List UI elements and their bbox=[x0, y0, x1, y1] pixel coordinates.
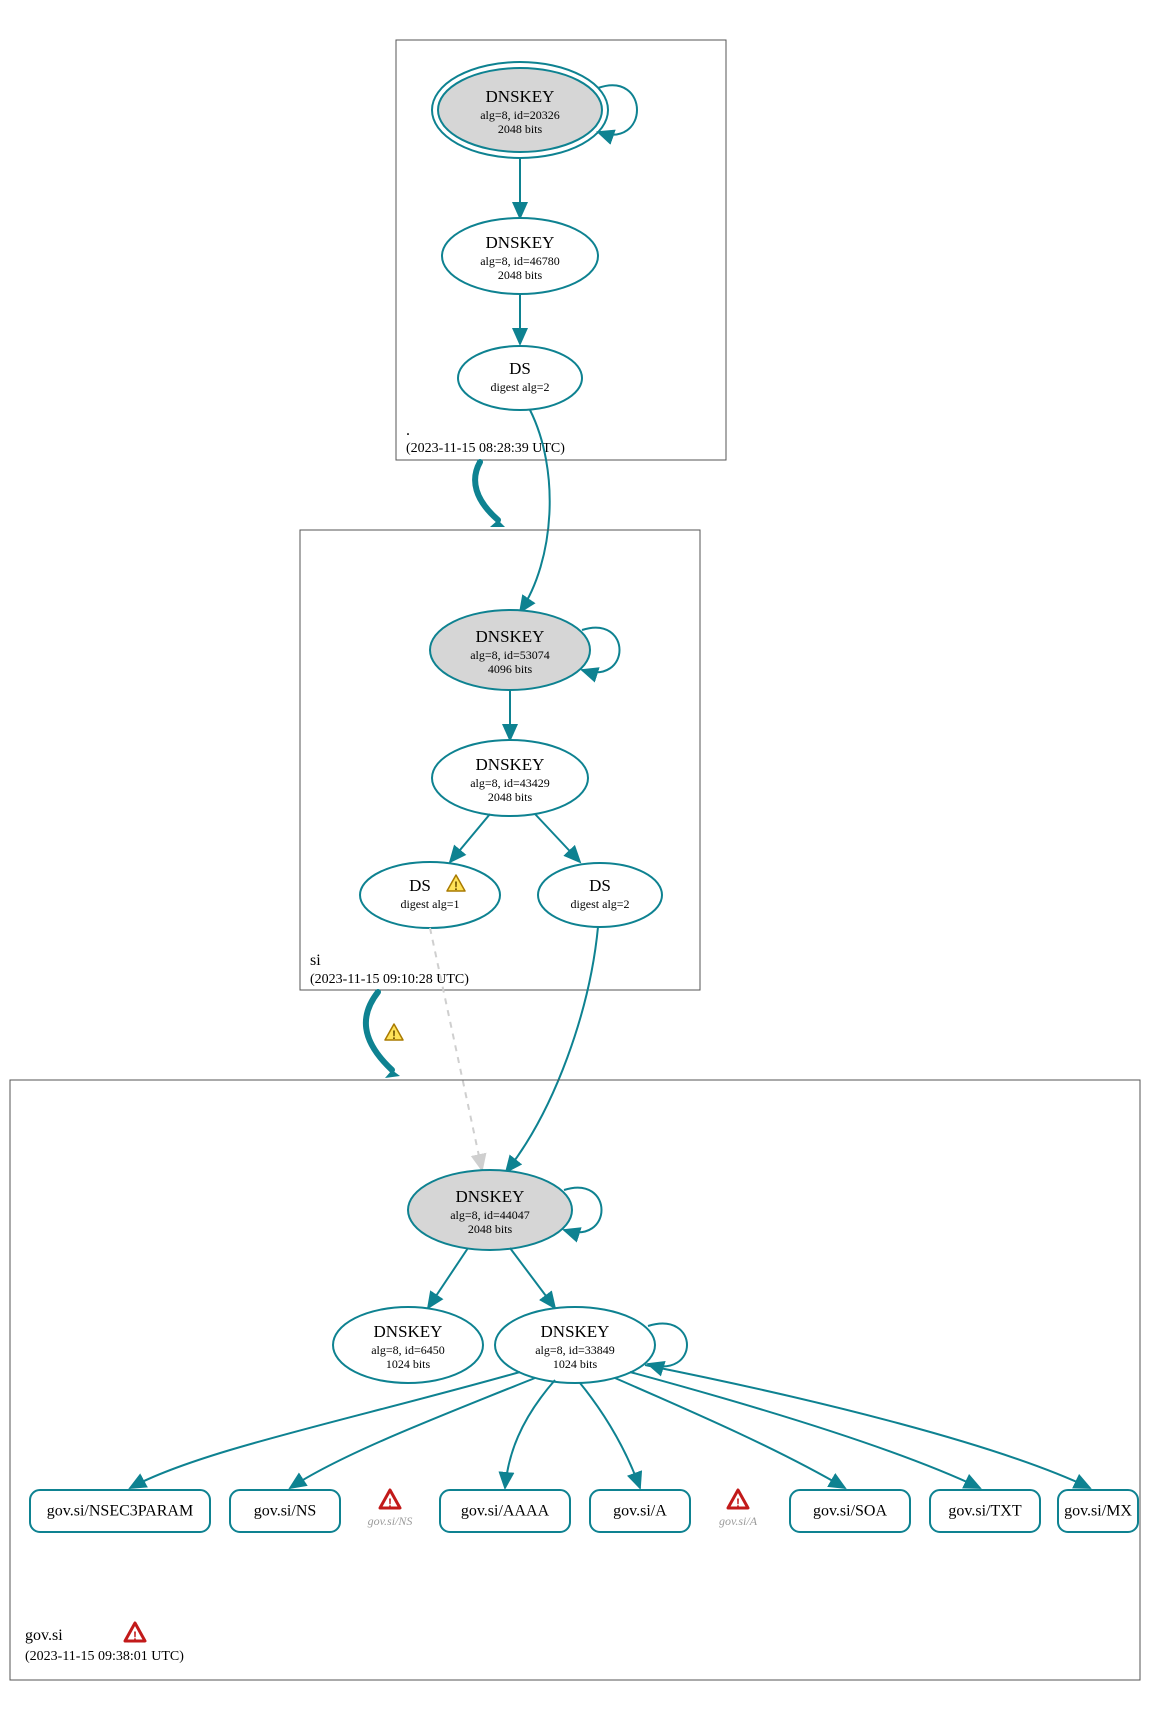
svg-text:2048 bits: 2048 bits bbox=[468, 1222, 513, 1236]
svg-text:1024 bits: 1024 bits bbox=[553, 1357, 598, 1371]
svg-text:alg=8, id=20326: alg=8, id=20326 bbox=[480, 108, 560, 122]
warning-icon bbox=[385, 1024, 403, 1042]
node-si-key1[interactable]: DNSKEY alg=8, id=53074 4096 bits bbox=[430, 610, 590, 690]
node-si-ds1[interactable]: DS digest alg=1 bbox=[360, 862, 500, 928]
svg-text:DNSKEY: DNSKEY bbox=[456, 1187, 525, 1206]
edge-k3-r6 bbox=[630, 1372, 980, 1488]
svg-text:DS: DS bbox=[509, 359, 531, 378]
svg-text:1024 bits: 1024 bits bbox=[386, 1357, 431, 1371]
svg-text:2048 bits: 2048 bits bbox=[488, 790, 533, 804]
svg-text:DNSKEY: DNSKEY bbox=[541, 1322, 610, 1341]
svg-text:2048 bits: 2048 bits bbox=[498, 268, 543, 282]
edge-si-key2-ds1 bbox=[450, 814, 490, 862]
svg-text:gov.si/SOA: gov.si/SOA bbox=[813, 1503, 888, 1520]
zone-label-root: . bbox=[406, 422, 410, 439]
svg-text:4096 bits: 4096 bits bbox=[488, 662, 533, 676]
svg-text:DNSKEY: DNSKEY bbox=[476, 627, 545, 646]
svg-text:DNSKEY: DNSKEY bbox=[374, 1322, 443, 1341]
edge-k3-r3 bbox=[505, 1380, 555, 1488]
svg-text:DNSKEY: DNSKEY bbox=[476, 755, 545, 774]
svg-text:digest alg=2: digest alg=2 bbox=[490, 380, 549, 394]
svg-text:alg=8, id=46780: alg=8, id=46780 bbox=[480, 254, 560, 268]
edge-si-ds2-gov-key1 bbox=[506, 927, 598, 1172]
node-gov-key2[interactable]: DNSKEY alg=8, id=6450 1024 bits bbox=[333, 1307, 483, 1383]
node-si-ds2[interactable]: DS digest alg=2 bbox=[538, 863, 662, 927]
zone-label-gov: gov.si bbox=[25, 1627, 63, 1644]
svg-text:2048 bits: 2048 bits bbox=[498, 122, 543, 136]
svg-text:digest alg=1: digest alg=1 bbox=[400, 897, 459, 911]
zone-ts-gov: (2023-11-15 09:38:01 UTC) bbox=[25, 1649, 184, 1664]
edge-k3-r1 bbox=[130, 1372, 520, 1488]
svg-text:alg=8, id=44047: alg=8, id=44047 bbox=[450, 1208, 530, 1222]
svg-text:gov.si/TXT: gov.si/TXT bbox=[948, 1503, 1021, 1520]
node-si-key2[interactable]: DNSKEY alg=8, id=43429 2048 bits bbox=[432, 740, 588, 816]
edge-root-key1-self bbox=[598, 85, 637, 134]
error-icon bbox=[728, 1490, 748, 1510]
svg-text:gov.si/NS: gov.si/NS bbox=[254, 1503, 317, 1520]
svg-text:gov.si/NSEC3PARAM: gov.si/NSEC3PARAM bbox=[47, 1503, 193, 1520]
zone-ts-root: (2023-11-15 08:28:39 UTC) bbox=[406, 441, 565, 456]
dnssec-graph: ! ! . (2023-11-15 08:28:39 UTC) DNSKEY a… bbox=[0, 0, 1149, 1715]
svg-text:gov.si/A: gov.si/A bbox=[719, 1514, 758, 1528]
svg-text:alg=8, id=6450: alg=8, id=6450 bbox=[371, 1343, 445, 1357]
edge-k3-r4 bbox=[580, 1383, 640, 1488]
edge-k3-r2 bbox=[290, 1378, 535, 1488]
svg-text:DNSKEY: DNSKEY bbox=[486, 233, 555, 252]
svg-text:alg=8, id=33849: alg=8, id=33849 bbox=[535, 1343, 615, 1357]
rr-row: gov.si/NSEC3PARAM gov.si/NS gov.si/NS go… bbox=[30, 1490, 1138, 1532]
node-root-key2[interactable]: DNSKEY alg=8, id=46780 2048 bits bbox=[442, 218, 598, 294]
svg-text:gov.si/NS: gov.si/NS bbox=[368, 1514, 413, 1528]
edge-gov-key1-key2 bbox=[428, 1248, 468, 1308]
svg-text:digest alg=2: digest alg=2 bbox=[570, 897, 629, 911]
edge-si-ds1-gov-key1 bbox=[430, 928, 482, 1170]
svg-text:DNSKEY: DNSKEY bbox=[486, 87, 555, 106]
node-gov-key1[interactable]: DNSKEY alg=8, id=44047 2048 bits bbox=[408, 1170, 572, 1250]
zone-label-si: si bbox=[310, 952, 321, 969]
svg-text:alg=8, id=43429: alg=8, id=43429 bbox=[470, 776, 550, 790]
error-icon bbox=[125, 1623, 145, 1643]
edge-gov-key1-key3 bbox=[510, 1248, 555, 1308]
error-icon bbox=[380, 1490, 400, 1510]
svg-text:DS: DS bbox=[589, 876, 611, 895]
edge-si-to-gov-thick bbox=[366, 992, 392, 1070]
svg-text:alg=8, id=53074: alg=8, id=53074 bbox=[470, 648, 550, 662]
svg-text:gov.si/MX: gov.si/MX bbox=[1064, 1503, 1132, 1520]
svg-text:gov.si/AAAA: gov.si/AAAA bbox=[461, 1503, 550, 1520]
node-root-key1[interactable]: DNSKEY alg=8, id=20326 2048 bits bbox=[432, 62, 608, 158]
edge-k3-r7 bbox=[645, 1365, 1090, 1488]
edge-root-to-si-thick bbox=[475, 462, 498, 520]
edge-k3-r5 bbox=[615, 1378, 845, 1488]
zone-ts-si: (2023-11-15 09:10:28 UTC) bbox=[310, 972, 469, 987]
svg-text:DS: DS bbox=[409, 876, 431, 895]
edge-si-key2-ds2 bbox=[535, 814, 580, 862]
node-root-ds[interactable]: DS digest alg=2 bbox=[458, 346, 582, 410]
svg-text:gov.si/A: gov.si/A bbox=[613, 1503, 667, 1520]
